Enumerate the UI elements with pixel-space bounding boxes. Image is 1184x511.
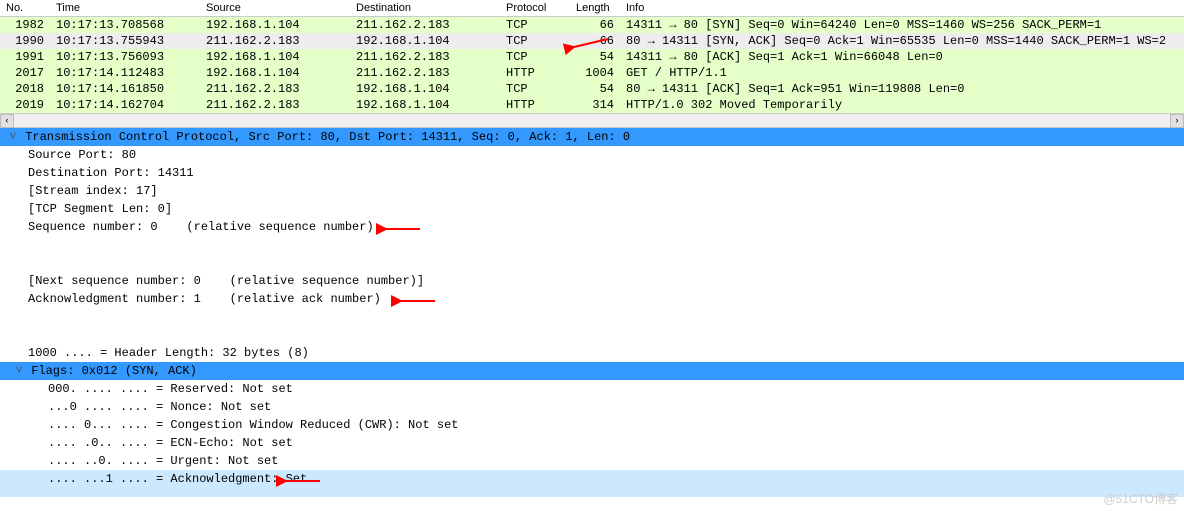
cell-info: 14311 → 80 [SYN] Seq=0 Win=64240 Len=0 M… — [620, 17, 1184, 34]
packet-list-table[interactable]: No. Time Source Destination Protocol Len… — [0, 0, 1184, 113]
watermark-text: @51CTO博客 — [1103, 490, 1178, 507]
cell-dst: 192.168.1.104 — [350, 33, 500, 49]
cell-dst: 211.162.2.183 — [350, 17, 500, 34]
cell-src: 192.168.1.104 — [200, 49, 350, 65]
cell-no: 1982 — [0, 17, 50, 34]
cell-no: 2018 — [0, 81, 50, 97]
expander-icon[interactable]: ˅ — [14, 362, 24, 380]
packet-list-hscrollbar[interactable]: ‹ › — [0, 113, 1184, 127]
cell-src: 211.162.2.183 — [200, 81, 350, 97]
col-header-info[interactable]: Info — [620, 0, 1184, 17]
sequence-number-text: Sequence number: 0 (relative sequence nu… — [28, 220, 374, 234]
cell-proto: TCP — [500, 81, 570, 97]
cell-src: 192.168.1.104 — [200, 65, 350, 81]
packet-list-header-row: No. Time Source Destination Protocol Len… — [0, 0, 1184, 17]
cell-proto: TCP — [500, 17, 570, 34]
cell-info: GET / HTTP/1.1 — [620, 65, 1184, 81]
cell-proto: HTTP — [500, 65, 570, 81]
cell-no: 1991 — [0, 49, 50, 65]
stream-index-line[interactable]: [Stream index: 17] — [0, 182, 1184, 200]
cell-time: 10:17:13.755943 — [50, 33, 200, 49]
flag-cwr-line[interactable]: .... 0... .... = Congestion Window Reduc… — [0, 416, 1184, 434]
cell-dst: 192.168.1.104 — [350, 81, 500, 97]
flag-reserved-line[interactable]: 000. .... .... = Reserved: Not set — [0, 380, 1184, 398]
cell-no: 2017 — [0, 65, 50, 81]
packet-row[interactable]: 199010:17:13.755943211.162.2.183192.168.… — [0, 33, 1184, 49]
cell-time: 10:17:14.162704 — [50, 97, 200, 113]
packet-row[interactable]: 198210:17:13.708568192.168.1.104211.162.… — [0, 17, 1184, 34]
cell-len: 66 — [570, 17, 620, 34]
cell-info: 80 → 14311 [ACK] Seq=1 Ack=951 Win=11980… — [620, 81, 1184, 97]
ack-number-line[interactable]: Acknowledgment number: 1 (relative ack n… — [0, 290, 1184, 344]
col-header-no[interactable]: No. — [0, 0, 50, 17]
destination-port-line[interactable]: Destination Port: 14311 — [0, 164, 1184, 182]
cell-len: 314 — [570, 97, 620, 113]
flag-urgent-line[interactable]: .... ..0. .... = Urgent: Not set — [0, 452, 1184, 470]
cell-len: 54 — [570, 81, 620, 97]
next-sequence-number-line[interactable]: [Next sequence number: 0 (relative seque… — [0, 272, 1184, 290]
cell-len: 54 — [570, 49, 620, 65]
source-port-line[interactable]: Source Port: 80 — [0, 146, 1184, 164]
cell-proto: TCP — [500, 49, 570, 65]
ack-number-text: Acknowledgment number: 1 (relative ack n… — [28, 292, 381, 306]
annotation-arrow-icon — [395, 294, 435, 304]
col-header-source[interactable]: Source — [200, 0, 350, 17]
cell-time: 10:17:14.161850 — [50, 81, 200, 97]
scroll-right-icon[interactable]: › — [1170, 114, 1184, 128]
flag-nonce-line[interactable]: ...0 .... .... = Nonce: Not set — [0, 398, 1184, 416]
cell-src: 211.162.2.183 — [200, 97, 350, 113]
flag-ack-line[interactable]: .... ...1 .... = Acknowledgment: Set — [0, 470, 1184, 497]
cell-dst: 211.162.2.183 — [350, 49, 500, 65]
tcp-segment-len-line[interactable]: [TCP Segment Len: 0] — [0, 200, 1184, 218]
sequence-number-line[interactable]: Sequence number: 0 (relative sequence nu… — [0, 218, 1184, 272]
flag-ack-text: .... ...1 .... = Acknowledgment: Set — [48, 472, 307, 486]
cell-dst: 211.162.2.183 — [350, 65, 500, 81]
cell-dst: 192.168.1.104 — [350, 97, 500, 113]
packet-row[interactable]: 199110:17:13.756093192.168.1.104211.162.… — [0, 49, 1184, 65]
cell-time: 10:17:13.756093 — [50, 49, 200, 65]
scroll-left-icon[interactable]: ‹ — [0, 114, 14, 128]
cell-no: 1990 — [0, 33, 50, 49]
cell-info: HTTP/1.0 302 Moved Temporarily — [620, 97, 1184, 113]
col-header-length[interactable]: Length — [570, 0, 620, 17]
expander-icon[interactable]: ˅ — [8, 128, 18, 146]
cell-src: 192.168.1.104 — [200, 17, 350, 34]
cell-len: 1004 — [570, 65, 620, 81]
cell-proto: TCP — [500, 33, 570, 49]
cell-len: 66 — [570, 33, 620, 49]
cell-time: 10:17:13.708568 — [50, 17, 200, 34]
col-header-time[interactable]: Time — [50, 0, 200, 17]
packet-row[interactable]: 201810:17:14.161850211.162.2.183192.168.… — [0, 81, 1184, 97]
cell-time: 10:17:14.112483 — [50, 65, 200, 81]
tcp-header-line[interactable]: ˅ Transmission Control Protocol, Src Por… — [0, 128, 1184, 146]
flags-header-line[interactable]: ˅ Flags: 0x012 (SYN, ACK) — [0, 362, 1184, 380]
flag-ecn-line[interactable]: .... .0.. .... = ECN-Echo: Not set — [0, 434, 1184, 452]
annotation-arrow-icon — [380, 222, 420, 232]
packet-row[interactable]: 201910:17:14.162704211.162.2.183192.168.… — [0, 97, 1184, 113]
col-header-destination[interactable]: Destination — [350, 0, 500, 17]
cell-info: 80 → 14311 [SYN, ACK] Seq=0 Ack=1 Win=65… — [620, 33, 1184, 49]
cell-proto: HTTP — [500, 97, 570, 113]
cell-info: 14311 → 80 [ACK] Seq=1 Ack=1 Win=66048 L… — [620, 49, 1184, 65]
packet-row[interactable]: 201710:17:14.112483192.168.1.104211.162.… — [0, 65, 1184, 81]
tcp-header-text: Transmission Control Protocol, Src Port:… — [25, 130, 630, 144]
col-header-protocol[interactable]: Protocol — [500, 0, 570, 17]
header-length-line[interactable]: 1000 .... = Header Length: 32 bytes (8) — [0, 344, 1184, 362]
flags-header-text: Flags: 0x012 (SYN, ACK) — [31, 364, 197, 378]
cell-no: 2019 — [0, 97, 50, 113]
cell-src: 211.162.2.183 — [200, 33, 350, 49]
packet-details-pane[interactable]: ˅ Transmission Control Protocol, Src Por… — [0, 127, 1184, 497]
